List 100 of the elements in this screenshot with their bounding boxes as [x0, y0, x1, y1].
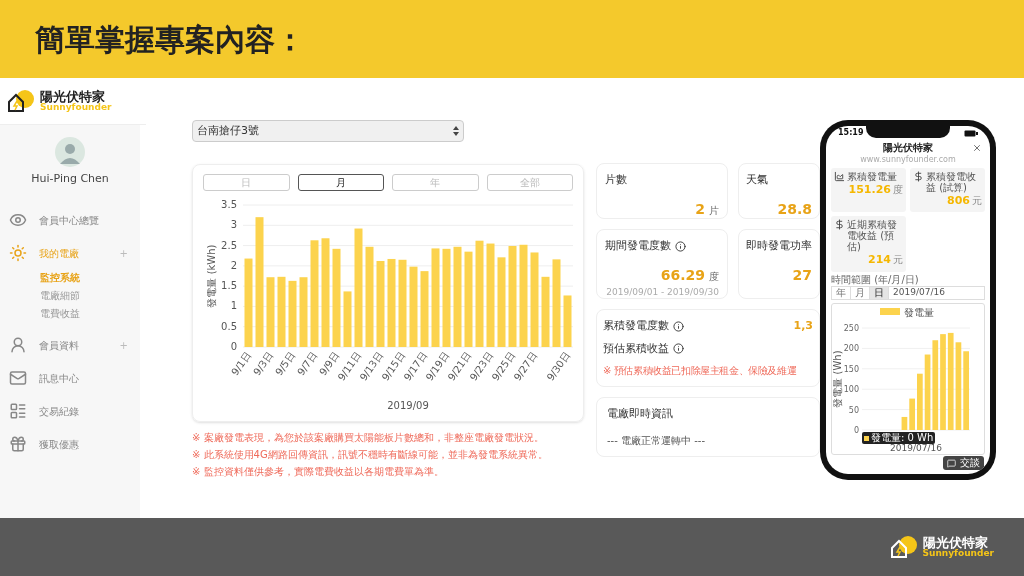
- card-value: 27: [792, 265, 812, 285]
- card-title: 天氣: [746, 172, 768, 188]
- list-icon: [9, 402, 27, 420]
- nav-item[interactable]: 訊息中心: [39, 370, 79, 386]
- x-tick-label: 9/3日: [251, 349, 276, 378]
- logo-subtitle: Sunnyfounder: [40, 103, 112, 112]
- bar: [563, 295, 572, 347]
- summary-label: 近期累積發電收益 (預估): [847, 219, 898, 252]
- summary-label: 累積發電量: [847, 170, 897, 182]
- updown-caret-icon: [453, 126, 459, 136]
- battery-icon: [964, 129, 978, 137]
- nav-subitem[interactable]: 電費收益: [40, 305, 140, 321]
- nav-item[interactable]: 我的電廠: [39, 245, 79, 261]
- y-tick-label: 0: [230, 341, 237, 352]
- chat-button[interactable]: 交談: [943, 456, 984, 470]
- slide-title: 簡單掌握專案內容：: [35, 20, 305, 59]
- bar: [277, 276, 286, 347]
- tooltip-swatch: [864, 435, 869, 441]
- y-tick-label: 3: [230, 219, 237, 231]
- card-title: 片數: [605, 172, 627, 188]
- note-text: ※ 案廠發電表現，為您於該案廠購買太陽能板片數總和，非整座電廠發電狀況。: [192, 431, 545, 445]
- bar: [299, 277, 308, 347]
- y-tick-label: 150: [843, 364, 859, 374]
- y-tick-label: 50: [848, 405, 859, 415]
- house-logo-icon: [888, 535, 919, 559]
- y-tick-label: 1: [230, 300, 237, 312]
- note-text: ※ 監控資料僅供參考，實際電費收益以各期電費單為準。: [192, 465, 445, 479]
- period-tab[interactable]: 月: [297, 174, 384, 191]
- nav-item[interactable]: 會員中心總覽: [39, 212, 99, 228]
- card-value: 28.8: [777, 199, 812, 219]
- avatar: [55, 137, 85, 167]
- user-icon: [9, 336, 27, 354]
- x-axis-title: 2019/09: [387, 400, 429, 411]
- y-tick-label: 0: [853, 426, 859, 435]
- logo-name: 陽光伏特家: [922, 536, 988, 549]
- bar: [541, 276, 550, 347]
- date-field[interactable]: 年 月 日 2019/07/16: [831, 286, 985, 300]
- bar: [266, 277, 275, 347]
- y-tick-label: 100: [843, 385, 859, 395]
- y-tick-label: 200: [843, 344, 859, 354]
- x-tick-label: 9/5日: [273, 349, 298, 378]
- total-label: 累積發電度數: [603, 318, 669, 334]
- house-logo-icon: [6, 89, 36, 113]
- date-range: 2019/09/01 - 2019/09/30: [606, 285, 719, 298]
- tooltip-text: 發電量: 0 Wh: [871, 432, 934, 444]
- logo-subtitle: Sunnyfounder: [922, 549, 994, 558]
- summary-value: 214: [868, 252, 891, 268]
- total-value: 1,3: [793, 318, 813, 334]
- dollar-icon: [834, 219, 845, 230]
- y-tick-label: 1.5: [221, 280, 237, 292]
- legend-swatch: [880, 308, 900, 315]
- summary-value: 806: [947, 193, 970, 209]
- nav-item[interactable]: 獲取優惠: [39, 436, 79, 452]
- x-tick-label: 9/7日: [295, 349, 320, 378]
- nav-item[interactable]: 交易紀錄: [39, 403, 79, 419]
- legend-label: 發電量: [904, 307, 934, 318]
- summary-unit: 度: [893, 182, 903, 197]
- range-tab[interactable]: 日: [870, 287, 889, 299]
- bar: [288, 280, 297, 347]
- period-tab[interactable]: 全部: [486, 174, 573, 191]
- close-icon[interactable]: [972, 143, 982, 153]
- nav-item[interactable]: 會員資料: [39, 337, 79, 353]
- y-tick-label: 0.5: [221, 320, 237, 332]
- sun-icon: [9, 244, 27, 262]
- summary-value: 151.26: [848, 182, 891, 198]
- summary-unit: 元: [972, 193, 982, 208]
- live-info-title: 電廠即時資訊: [607, 406, 674, 422]
- card-title: 期間發電度數: [605, 238, 671, 254]
- x-axis-title: 2019/07/16: [890, 443, 942, 453]
- period-tab[interactable]: 年: [392, 174, 479, 191]
- eye-icon: [9, 211, 27, 229]
- y-tick-label: 2.5: [221, 239, 237, 251]
- chat-icon: [947, 458, 956, 468]
- x-tick-label: 9/1日: [229, 349, 254, 378]
- range-label: 時間範圍 (年/月/日): [830, 273, 920, 286]
- date-value: 2019/07/16: [892, 286, 946, 300]
- nav-subitem[interactable]: 電廠細節: [40, 287, 140, 303]
- chart-icon: [834, 170, 845, 182]
- app-title: 陽光伏特家: [883, 142, 933, 155]
- summary-label: 累積發電收益 (試算): [926, 170, 977, 193]
- card-value: 66.29: [660, 265, 705, 285]
- info-icon: [673, 320, 684, 332]
- mail-icon: [9, 369, 27, 387]
- y-tick-label: 250: [843, 324, 859, 333]
- y-axis-title: 發電量 (Wh): [832, 350, 843, 408]
- note-text: ※ 此系統使用4G網路回傳資訊，訊號不穩時有斷線可能，並非為發電系統異常。: [192, 448, 549, 462]
- bar: [343, 291, 352, 347]
- summary-unit: 元: [893, 253, 903, 267]
- info-icon: [673, 343, 684, 355]
- y-tick-label: 2: [230, 259, 237, 271]
- y-axis-title: 發電量 (kWh): [206, 244, 217, 308]
- plant-select[interactable]: 台南搶仔3號: [192, 120, 464, 142]
- totals-note: ※ 預估累積收益已扣除屋主租金、保險及維運: [603, 364, 798, 378]
- card-unit: 片: [709, 203, 719, 218]
- card-title: 即時發電功率: [746, 238, 812, 254]
- user-name: Hui-Ping Chen: [31, 171, 109, 187]
- app-url: www.sunnyfounder.com: [860, 154, 956, 165]
- plant-status: --- 電廠正常運轉中 ---: [607, 433, 706, 448]
- nav-subitem[interactable]: 監控系統: [40, 269, 140, 285]
- dollar-icon: [913, 170, 924, 182]
